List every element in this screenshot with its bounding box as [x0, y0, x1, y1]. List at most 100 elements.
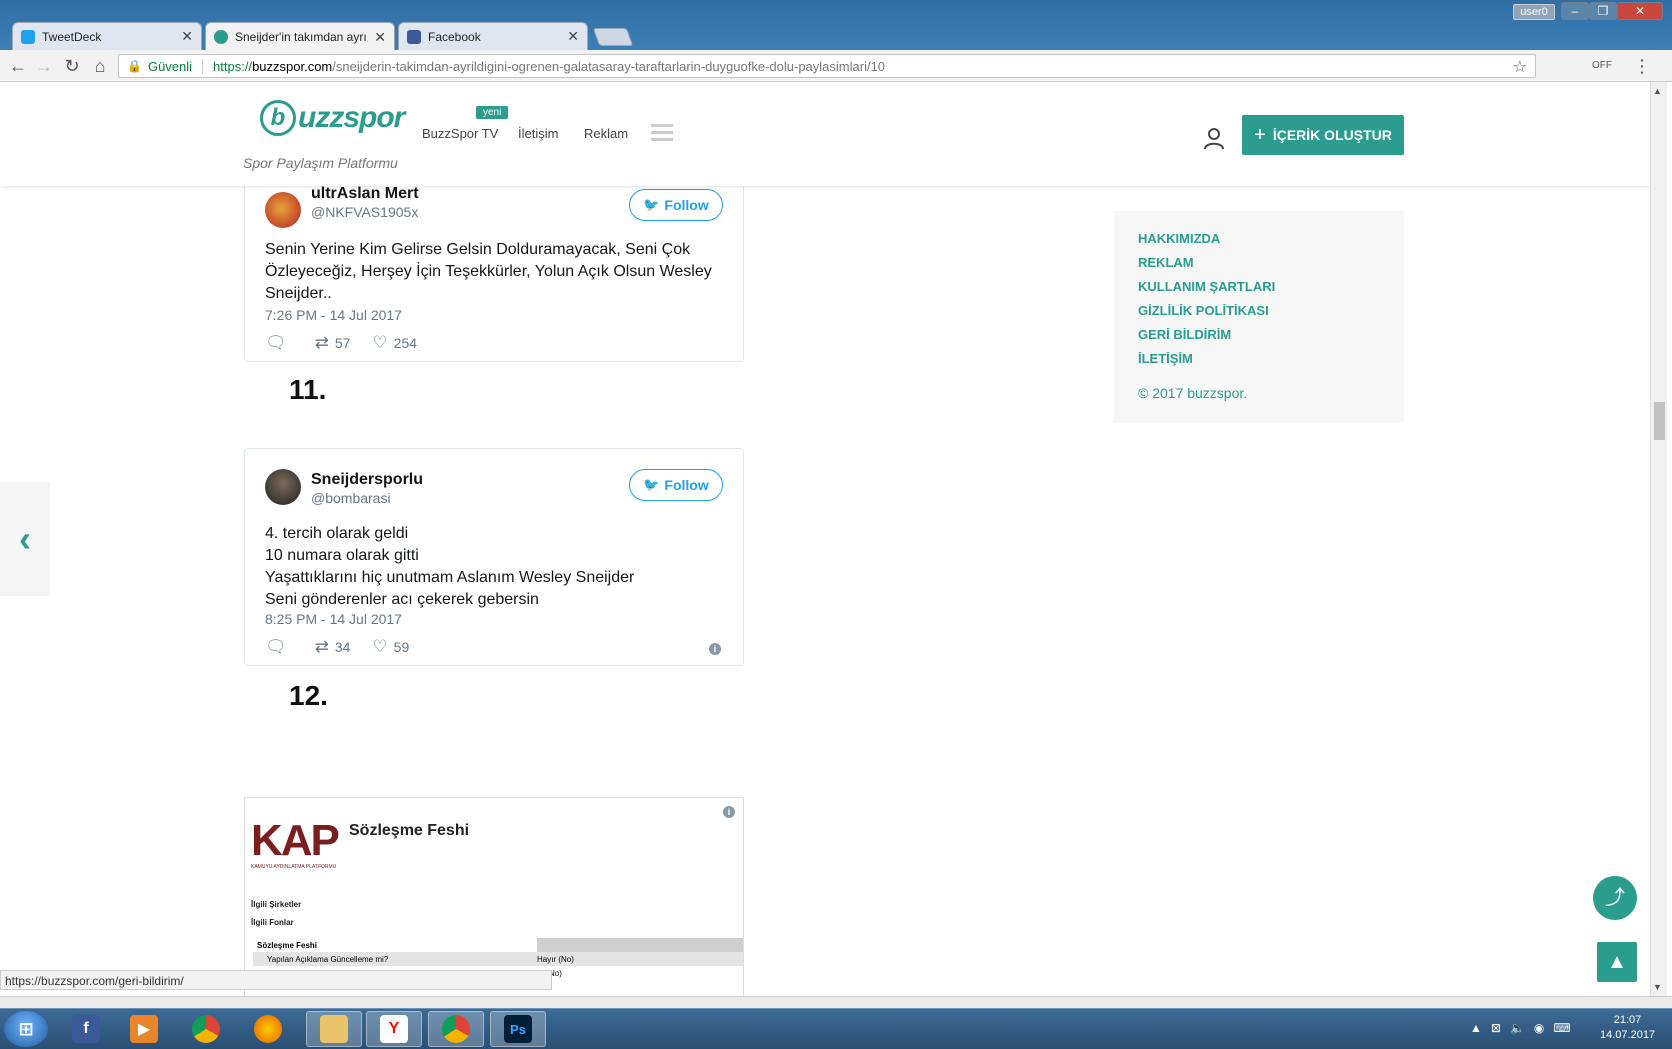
taskbar-chrome[interactable]	[178, 1011, 234, 1047]
taskbar-chrome-active[interactable]	[428, 1011, 484, 1047]
like-count: 59	[393, 639, 410, 655]
system-tray: ▲ ⊠ 🔈 ◉ ⌨	[1470, 1021, 1571, 1035]
tab-title: TweetDeck	[42, 29, 102, 44]
sidebar-link-geri-bildirim[interactable]: GERİ BİLDİRİM	[1138, 327, 1380, 343]
scroll-to-top-icon[interactable]: ▲	[1597, 942, 1637, 982]
kap-logo: KAP	[251, 816, 340, 865]
sidebar-link-reklam[interactable]: REKLAM	[1138, 255, 1380, 271]
sidebar-link-kullanim-sartlari[interactable]: KULLANIM ŞARTLARI	[1138, 279, 1380, 295]
tagline: Spor Paylaşım Platformu	[243, 155, 398, 171]
extension-off-icon[interactable]: OFF	[1590, 56, 1614, 76]
tweet-author-name[interactable]: Sneijdersporlu	[311, 471, 423, 489]
nav-reklam[interactable]: Reklam	[584, 126, 628, 141]
nav-iletisim[interactable]: İletişim	[518, 126, 558, 141]
tab-title: Sneijder'in takımdan ayrı	[235, 30, 367, 44]
buzzspor-logo[interactable]: b uzzspor	[260, 100, 405, 136]
sidebar-link-gizlilik[interactable]: GİZLİLİK POLİTİKASI	[1138, 303, 1380, 319]
tab-buzzspor[interactable]: Sneijder'in takımdan ayrı ✕	[205, 22, 395, 51]
avatar[interactable]	[265, 469, 301, 505]
tweet-author-handle[interactable]: @NKFVAS1905x	[311, 204, 418, 220]
scroll-down-arrow-icon[interactable]: ▼	[1653, 982, 1662, 992]
taskbar-yandex[interactable]: Y	[366, 1011, 422, 1047]
back-arrow-icon[interactable]: ←	[6, 56, 30, 76]
status-bar-url: https://buzzspor.com/geri-bildirim/	[0, 970, 552, 990]
close-tab-icon[interactable]: ✕	[181, 28, 193, 45]
reload-icon[interactable]: ↻	[60, 56, 84, 76]
like-action[interactable]: ♡ 59	[372, 637, 409, 657]
retweet-action[interactable]: ⇄ 34	[315, 637, 351, 657]
tweet-line: 10 numara olarak gitti	[265, 547, 419, 564]
tweet-text: Senin Yerine Kim Gelirse Gelsin Dolduram…	[265, 239, 723, 305]
taskbar-file-explorer[interactable]	[306, 1011, 362, 1047]
clock-date: 14.07.2017	[1600, 1029, 1656, 1041]
tweet-text: 4. tercih olarak geldi 10 numara olarak …	[265, 523, 723, 611]
address-bar[interactable]: 🔒 Güvenli https:// buzzspor.com /sneijde…	[118, 54, 1536, 78]
previous-page-chevron-icon[interactable]: ‹	[0, 482, 50, 596]
follow-button[interactable]: 🐦 Follow	[629, 469, 723, 501]
kap-related-funds: İlgili Fonlar	[251, 918, 294, 927]
user-icon[interactable]	[1202, 126, 1226, 150]
scroll-up-arrow-icon[interactable]: ▲	[1653, 86, 1662, 96]
tweet-timestamp[interactable]: 7:26 PM - 14 Jul 2017	[265, 307, 402, 323]
kap-table-cell: Yapılan Açıklama Güncelleme mi?	[267, 954, 389, 964]
tab-facebook[interactable]: Facebook ✕	[398, 22, 588, 50]
page-scrollbar[interactable]: ▲ ▼	[1650, 82, 1667, 996]
tweet-line: Yaşattıklarını hiç unutmam Aslanım Wesle…	[265, 569, 635, 586]
bookmark-star-icon[interactable]: ☆	[1513, 57, 1527, 77]
avast-icon[interactable]: ◉	[1534, 1021, 1544, 1035]
taskbar-media-player[interactable]: ▶	[116, 1011, 172, 1047]
like-count: 254	[393, 335, 418, 351]
sidebar-link-hakkimizda[interactable]: HAKKIMIZDA	[1138, 231, 1380, 247]
retweet-count: 57	[334, 335, 351, 351]
info-icon[interactable]: i	[723, 806, 735, 818]
avatar[interactable]	[265, 192, 301, 228]
yandex-icon: Y	[380, 1015, 408, 1043]
create-content-label: İÇERİK OLUŞTUR	[1272, 127, 1392, 143]
reply-action[interactable]: 🗨	[265, 333, 293, 353]
reply-action[interactable]: 🗨	[265, 637, 293, 657]
reply-icon: 🗨	[265, 637, 287, 656]
network-icon[interactable]: ⊠	[1491, 1021, 1501, 1035]
create-content-button[interactable]: + İÇERİK OLUŞTUR	[1242, 115, 1404, 155]
tab-tweetdeck[interactable]: TweetDeck ✕	[12, 22, 202, 50]
menu-dots-icon[interactable]: ⋮	[1630, 56, 1654, 76]
new-tab-button[interactable]	[592, 28, 634, 46]
firefox-icon	[254, 1015, 282, 1043]
tweetdeck-icon	[21, 29, 35, 44]
secure-label: Güvenli	[148, 58, 204, 74]
taskbar-firefox[interactable]	[240, 1011, 296, 1047]
tab-strip: TweetDeck ✕ Sneijder'in takımdan ayrı ✕ …	[0, 18, 1672, 51]
close-tab-icon[interactable]: ✕	[567, 28, 579, 45]
sidebar-link-iletisim[interactable]: İLETİŞİM	[1138, 351, 1380, 367]
windows-taskbar: ⊞ f ▶ Y Ps ▲ ⊠ 🔈 ◉ ⌨ 21:07 14.07.2017	[0, 1008, 1672, 1049]
tray-expand-icon[interactable]: ▲	[1470, 1021, 1482, 1035]
tweet-author-name[interactable]: ultrAslan Mert	[311, 185, 419, 203]
retweet-action[interactable]: ⇄ 57	[315, 333, 351, 353]
taskbar-clock[interactable]: 21:07 14.07.2017	[1600, 1013, 1655, 1043]
heart-icon: ♡	[372, 333, 388, 352]
reply-icon: 🗨	[265, 333, 287, 352]
taskbar-photoshop[interactable]: Ps	[490, 1011, 546, 1047]
share-icon[interactable]: ⤴	[1593, 876, 1637, 920]
scrollbar-thumb[interactable]	[1654, 402, 1665, 440]
twitter-bird-icon: 🐦	[643, 477, 660, 492]
facebook-icon: f	[72, 1015, 100, 1043]
volume-icon[interactable]: 🔈	[1510, 1021, 1525, 1035]
close-tab-icon[interactable]: ✕	[374, 29, 386, 46]
start-button-icon[interactable]: ⊞	[4, 1011, 48, 1047]
url-domain: buzzspor.com	[252, 58, 333, 74]
language-icon[interactable]: ⌨	[1553, 1021, 1570, 1035]
retweet-icon: ⇄	[314, 333, 329, 352]
like-action[interactable]: ♡ 254	[372, 333, 417, 353]
hamburger-menu-icon[interactable]	[651, 124, 673, 145]
tweet-embed: Sneijdersporlu @bombarasi 🐦 Follow 4. te…	[244, 448, 744, 666]
tweet-author-handle[interactable]: @bombarasi	[311, 490, 391, 506]
folder-icon	[320, 1015, 348, 1043]
taskbar-facebook[interactable]: f	[58, 1011, 114, 1047]
home-icon[interactable]: ⌂	[88, 56, 112, 76]
follow-button[interactable]: 🐦 Follow	[629, 189, 723, 221]
tweet-timestamp[interactable]: 8:25 PM - 14 Jul 2017	[265, 611, 402, 627]
info-icon[interactable]: i	[709, 643, 721, 655]
forward-arrow-icon[interactable]: →	[32, 56, 56, 76]
nav-buzzspor-tv[interactable]: BuzzSpor TV	[422, 126, 498, 141]
